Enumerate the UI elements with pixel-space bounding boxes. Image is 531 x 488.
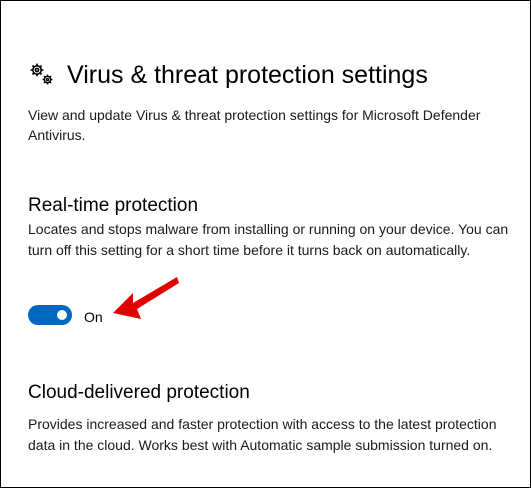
settings-panel: Virus & threat protection settings View … [0,0,531,488]
cloud-protection-title: Cloud-delivered protection [28,382,250,403]
page-header: Virus & threat protection settings [28,57,428,93]
toggle-knob [57,310,67,320]
realtime-protection-toggle-row: On [28,305,103,325]
realtime-protection-description: Locates and stops malware from installin… [28,221,509,258]
realtime-protection-title: Real-time protection [28,195,199,216]
red-arrow-icon [113,277,179,319]
page-description: View and update Virus & threat protectio… [28,107,481,143]
toggle-state-label: On [84,309,103,325]
cloud-protection-description: Provides increased and faster protection… [28,416,497,453]
realtime-protection-toggle[interactable] [28,305,72,325]
page-title: Virus & threat protection settings [67,60,428,89]
gears-icon [30,63,53,85]
